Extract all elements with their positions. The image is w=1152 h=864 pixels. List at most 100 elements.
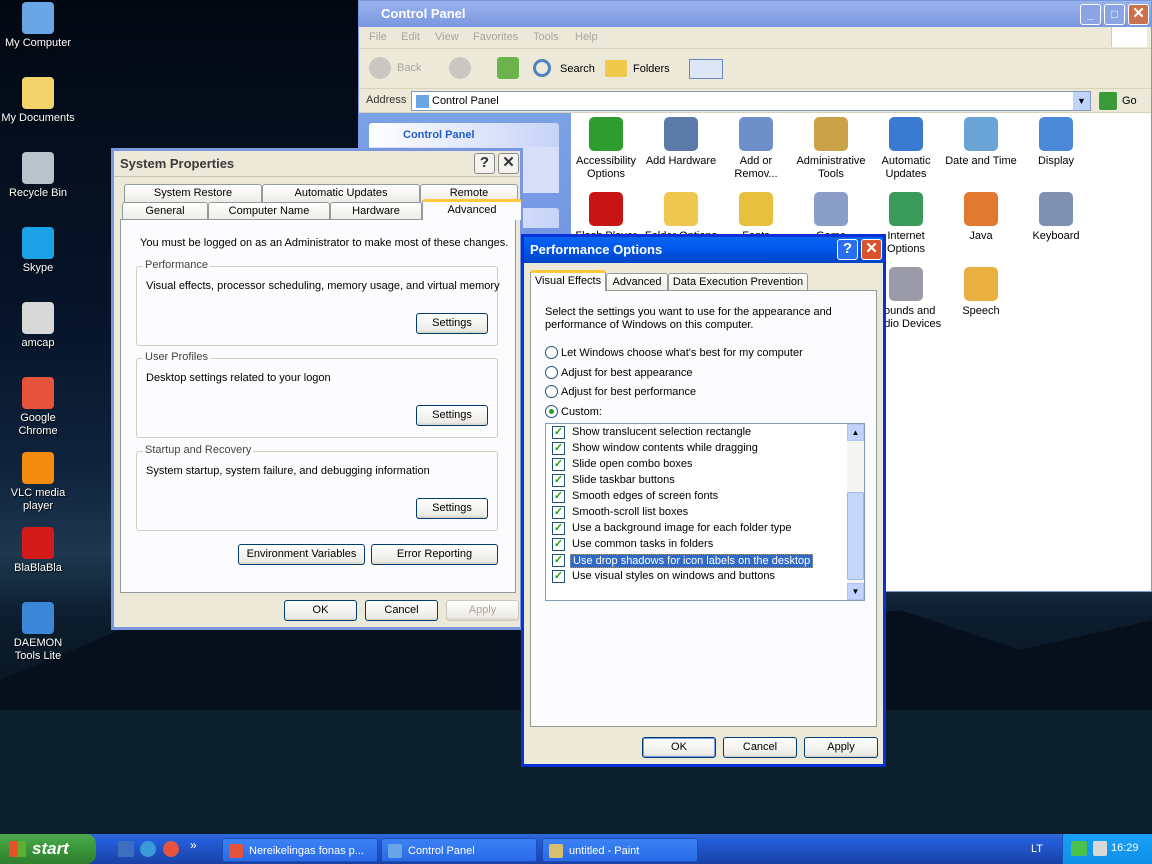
tab-system-restore[interactable]: System Restore [124, 184, 262, 202]
control-panel-item[interactable]: Administrative Tools [794, 117, 868, 181]
scroll-thumb[interactable] [847, 492, 864, 580]
minimize-button[interactable]: _ [1080, 4, 1101, 25]
control-panel-item[interactable]: Add or Remov... [719, 117, 793, 181]
control-panel-item[interactable]: Speech [944, 267, 1018, 318]
checkbox[interactable]: ✓ [552, 426, 565, 439]
tab-general[interactable]: General [122, 202, 208, 220]
control-panel-item[interactable]: Date and Time [944, 117, 1018, 168]
effect-option[interactable]: ✓ Use visual styles on windows and button… [552, 569, 852, 585]
checkbox[interactable]: ✓ [552, 554, 565, 567]
scrollbar[interactable]: ▲ ▼ [847, 424, 864, 600]
apply-button[interactable]: Apply [446, 600, 519, 621]
desktop-icon-0[interactable]: My Computer [0, 2, 76, 50]
volume-icon[interactable] [1093, 841, 1107, 856]
radio-button[interactable] [545, 385, 558, 398]
help-button[interactable]: ? [474, 153, 495, 174]
effect-option[interactable]: ✓ Smooth-scroll list boxes [552, 505, 852, 521]
chrome-icon[interactable] [163, 841, 179, 857]
tab-hardware[interactable]: Hardware [330, 202, 422, 220]
checkbox[interactable]: ✓ [552, 490, 565, 503]
effect-option[interactable]: ✓ Show window contents while dragging [552, 441, 852, 457]
network-icon[interactable] [1071, 841, 1087, 856]
control-panel-item[interactable]: Automatic Updates [869, 117, 943, 181]
checkbox[interactable]: ✓ [552, 570, 565, 583]
menu-item[interactable]: Help [575, 31, 598, 43]
folders-button[interactable]: Folders [605, 57, 675, 81]
word-icon[interactable] [118, 841, 134, 857]
effect-option[interactable]: ✓ Smooth edges of screen fonts [552, 489, 852, 505]
desktop-icon-2[interactable]: Recycle Bin [0, 152, 76, 200]
effect-option[interactable]: ✓ Use common tasks in folders [552, 537, 852, 553]
cancel-button[interactable]: Cancel [365, 600, 438, 621]
address-field[interactable]: Control Panel ▼ [411, 91, 1091, 111]
checkbox[interactable]: ✓ [552, 474, 565, 487]
search-button[interactable]: Search [533, 57, 599, 81]
startup-settings-button[interactable]: Settings [416, 498, 488, 519]
menu-item[interactable]: View [435, 31, 459, 43]
clock[interactable]: 16:29 [1111, 842, 1139, 854]
control-panel-titlebar[interactable]: Control Panel [359, 1, 1151, 27]
close-button[interactable]: ✕ [498, 153, 519, 174]
taskbar-button[interactable]: Nereikelingas fonas p... [222, 838, 378, 862]
checkbox[interactable]: ✓ [552, 506, 565, 519]
up-folder-icon[interactable] [497, 57, 519, 79]
checkbox[interactable]: ✓ [552, 538, 565, 551]
forward-arrow-icon[interactable] [449, 57, 471, 79]
cancel-button[interactable]: Cancel [723, 737, 797, 758]
tab-advanced[interactable]: Advanced [606, 273, 668, 291]
taskbar-button[interactable]: Control Panel [381, 838, 537, 862]
taskbar-button[interactable]: untitled - Paint [542, 838, 698, 862]
chevron-down-icon[interactable]: ▼ [1073, 92, 1090, 110]
views-icon[interactable] [689, 59, 723, 79]
checkbox[interactable]: ✓ [552, 458, 565, 471]
desktop-icon-5[interactable]: Google Chrome [0, 377, 76, 438]
side-panel-header[interactable]: Control Panel [369, 123, 559, 147]
apply-button[interactable]: Apply [804, 737, 878, 758]
desktop-icon-3[interactable]: Skype [0, 227, 76, 275]
user-profiles-settings-button[interactable]: Settings [416, 405, 488, 426]
tab-advanced[interactable]: Advanced [422, 199, 522, 220]
menu-item[interactable]: Tools [533, 31, 559, 43]
language-indicator[interactable]: LT [1022, 841, 1052, 857]
ok-button[interactable]: OK [642, 737, 716, 758]
tab-automatic-updates[interactable]: Automatic Updates [262, 184, 420, 202]
control-panel-item[interactable]: Add Hardware [644, 117, 718, 168]
desktop-icon-8[interactable]: DAEMON Tools Lite [0, 602, 76, 663]
effect-option[interactable]: ✓ Slide taskbar buttons [552, 473, 852, 489]
scroll-down-arrow[interactable]: ▼ [847, 583, 864, 600]
maximize-button[interactable]: □ [1104, 4, 1125, 25]
effect-option[interactable]: ✓ Slide open combo boxes [552, 457, 852, 473]
control-panel-item[interactable]: Java [944, 192, 1018, 243]
menu-item[interactable]: Edit [401, 31, 420, 43]
effect-option[interactable]: ✓ Show translucent selection rectangle [552, 425, 852, 441]
radio-button[interactable] [545, 404, 558, 418]
tab-visual-effects[interactable]: Visual Effects [530, 270, 606, 291]
checkbox[interactable]: ✓ [552, 442, 565, 455]
go-button[interactable]: Go [1099, 92, 1145, 110]
chevron-right-icon[interactable]: » [190, 838, 197, 852]
desktop-icon-4[interactable]: amcap [0, 302, 76, 350]
radio-button[interactable] [545, 365, 558, 379]
checkbox[interactable]: ✓ [552, 522, 565, 535]
ok-button[interactable]: OK [284, 600, 357, 621]
effect-option[interactable]: ✓ Use drop shadows for icon labels on the… [552, 553, 852, 569]
desktop-icon-7[interactable]: BlaBlaBla [0, 527, 76, 575]
effect-option[interactable]: ✓ Use a background image for each folder … [552, 521, 852, 537]
error-reporting-button[interactable]: Error Reporting [371, 544, 498, 565]
control-panel-item[interactable]: Display [1019, 117, 1093, 168]
tab-data-execution-prevention[interactable]: Data Execution Prevention [668, 273, 808, 291]
back-button[interactable]: Back [369, 57, 439, 81]
menu-item[interactable]: File [369, 31, 387, 43]
close-button[interactable]: ✕ [861, 239, 882, 260]
close-button[interactable]: ✕ [1128, 4, 1149, 25]
radio-button[interactable] [545, 346, 558, 359]
scroll-up-arrow[interactable]: ▲ [847, 424, 864, 441]
system-properties-titlebar[interactable]: System Properties [114, 151, 520, 177]
performance-options-titlebar[interactable]: Performance Options [524, 237, 883, 263]
control-panel-item[interactable]: Keyboard [1019, 192, 1093, 243]
environment-variables-button[interactable]: Environment Variables [238, 544, 365, 565]
tab-computer-name[interactable]: Computer Name [208, 202, 330, 220]
performance-settings-button[interactable]: Settings [416, 313, 488, 334]
menu-item[interactable]: Favorites [473, 31, 518, 43]
desktop-icon-1[interactable]: My Documents [0, 77, 76, 125]
